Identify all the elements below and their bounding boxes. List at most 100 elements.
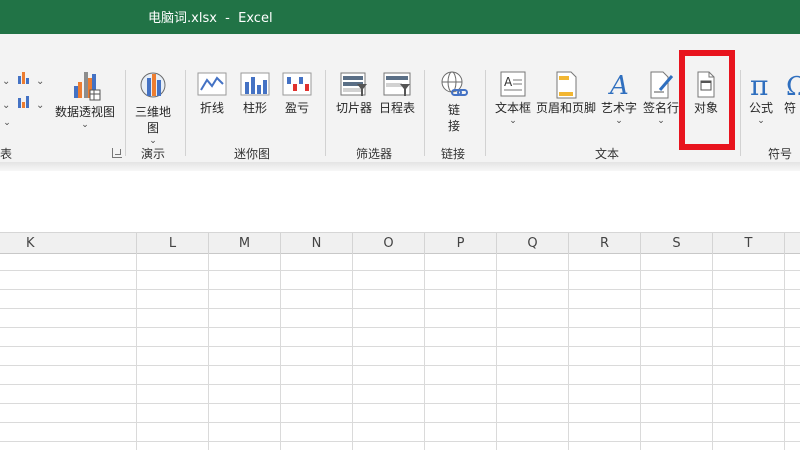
equation-button[interactable]: π 公式 ⌄ (744, 70, 778, 134)
chevron-down-icon: ⌄ (757, 116, 765, 126)
column-header[interactable]: P (425, 233, 497, 254)
header-footer-icon (556, 71, 577, 99)
svg-text:⌄: ⌄ (36, 100, 44, 111)
separator (740, 70, 741, 156)
slicer-label: 切片器 (335, 101, 372, 115)
formula-bar-area[interactable] (0, 171, 800, 223)
pi-icon: π (750, 70, 768, 100)
row-line (0, 441, 800, 442)
sparkline-column-label: 柱形 (242, 101, 267, 115)
sparkline-line-label: 折线 (199, 101, 224, 115)
pivot-chart-button[interactable]: 数据透视图 ⌄ (52, 70, 118, 136)
globe-chart-icon (140, 72, 166, 98)
window-title: 电脑词.xlsx - Excel (148, 11, 273, 26)
column-header[interactable]: S (641, 233, 713, 254)
symbol-label: 符 (784, 101, 797, 115)
sparkline-column-button[interactable]: 柱形 (237, 70, 273, 122)
separator (125, 70, 126, 156)
pivot-chart-icon (74, 72, 101, 101)
row-line (0, 365, 800, 366)
column-line (136, 254, 137, 450)
link-label-line1: 链 (447, 103, 460, 117)
slicer-icon (340, 72, 367, 96)
separator (325, 70, 326, 156)
group-label-links: 链接 (441, 147, 466, 161)
ribbon-divider (0, 162, 800, 171)
column-header[interactable]: M (209, 233, 281, 254)
timeline-label: 日程表 (378, 101, 415, 115)
chart-small-icons-2: ⌄ ⌄ (2, 96, 44, 111)
textbox-label: 文本框 (494, 101, 531, 115)
column-header[interactable]: R (569, 233, 641, 254)
column-line (208, 254, 209, 450)
svg-text:A: A (504, 75, 513, 89)
column-header[interactable]: T (713, 233, 785, 254)
equation-label: 公式 (748, 101, 773, 115)
separator (185, 70, 186, 156)
row-line (0, 270, 800, 271)
column-header[interactable]: N (281, 233, 353, 254)
row-line (0, 308, 800, 309)
row-line (0, 346, 800, 347)
3d-map-label-line1: 三维地 (134, 105, 171, 119)
group-label-sparklines: 迷你图 (234, 147, 271, 161)
column-line (424, 254, 425, 450)
signature-line-icon (650, 71, 674, 99)
column-line (640, 254, 641, 450)
column-line (784, 254, 785, 450)
link-globe-icon (441, 71, 468, 96)
cell-grid[interactable] (0, 254, 800, 450)
chart-small-button-3[interactable]: ⌄ (0, 118, 14, 132)
column-header[interactable]: L (137, 233, 209, 254)
separator (424, 70, 425, 156)
chevron-down-icon: ⌄ (3, 118, 11, 128)
textbox-button[interactable]: A 文本框 ⌄ (490, 70, 536, 134)
3d-map-label-line2: 图 (146, 121, 159, 135)
chevron-down-icon: ⌄ (657, 116, 665, 126)
group-label-symbols: 符号 (768, 147, 793, 161)
slicer-button[interactable]: 切片器 (333, 70, 375, 122)
timeline-icon (383, 72, 411, 96)
svg-text:A: A (608, 71, 629, 100)
wordart-icon: A (608, 71, 629, 100)
dialog-launcher-icon[interactable] (112, 148, 122, 158)
row-line (0, 289, 800, 290)
link-button[interactable]: 链 接 (434, 70, 474, 136)
signature-line-button[interactable]: 签名行 ⌄ (640, 70, 682, 134)
link-label-line2: 接 (447, 119, 460, 133)
column-header[interactable]: O (353, 233, 425, 254)
row-line (0, 327, 800, 328)
row-line (0, 422, 800, 423)
textbox-icon: A (500, 71, 526, 97)
timeline-button[interactable]: 日程表 (376, 70, 418, 122)
svg-text:⌄: ⌄ (36, 76, 44, 87)
chart-small-button-2[interactable]: ⌄ ⌄ (0, 94, 46, 114)
title-bar: 电脑词.xlsx - Excel (0, 0, 800, 34)
chevron-down-icon: ⌄ (81, 120, 89, 130)
group-label-text: 文本 (595, 147, 620, 161)
header-footer-label: 页眉和页脚 (535, 101, 596, 115)
sparkline-winloss-label: 盈亏 (284, 101, 309, 115)
group-label-tables: 表 (0, 147, 13, 161)
sparkline-line-button[interactable]: 折线 (194, 70, 230, 122)
wordart-button[interactable]: A 艺术字 ⌄ (598, 70, 640, 134)
wordart-label: 艺术字 (600, 101, 637, 115)
column-header[interactable]: Q (497, 233, 569, 254)
column-line (712, 254, 713, 450)
sparkline-winloss-button[interactable]: 盈亏 (279, 70, 315, 122)
header-footer-button[interactable]: 页眉和页脚 (535, 70, 597, 122)
chart-small-icons-1: ⌄ ⌄ (2, 72, 44, 87)
column-line (496, 254, 497, 450)
group-label-filters: 筛选器 (356, 147, 393, 161)
column-header[interactable]: K (0, 233, 137, 254)
symbol-button[interactable]: Ω 符 (784, 70, 800, 122)
chart-small-button-1[interactable]: ⌄ ⌄ (0, 70, 46, 90)
separator (485, 70, 486, 156)
row-line (0, 403, 800, 404)
column-headers: K L M N O P Q R S T (0, 232, 800, 254)
row-line (0, 384, 800, 385)
highlight-box (679, 50, 735, 150)
svg-text:⌄: ⌄ (2, 100, 10, 111)
3d-map-button[interactable]: 三维地 图 ⌄ (130, 70, 176, 146)
svg-text:Ω: Ω (786, 72, 800, 100)
